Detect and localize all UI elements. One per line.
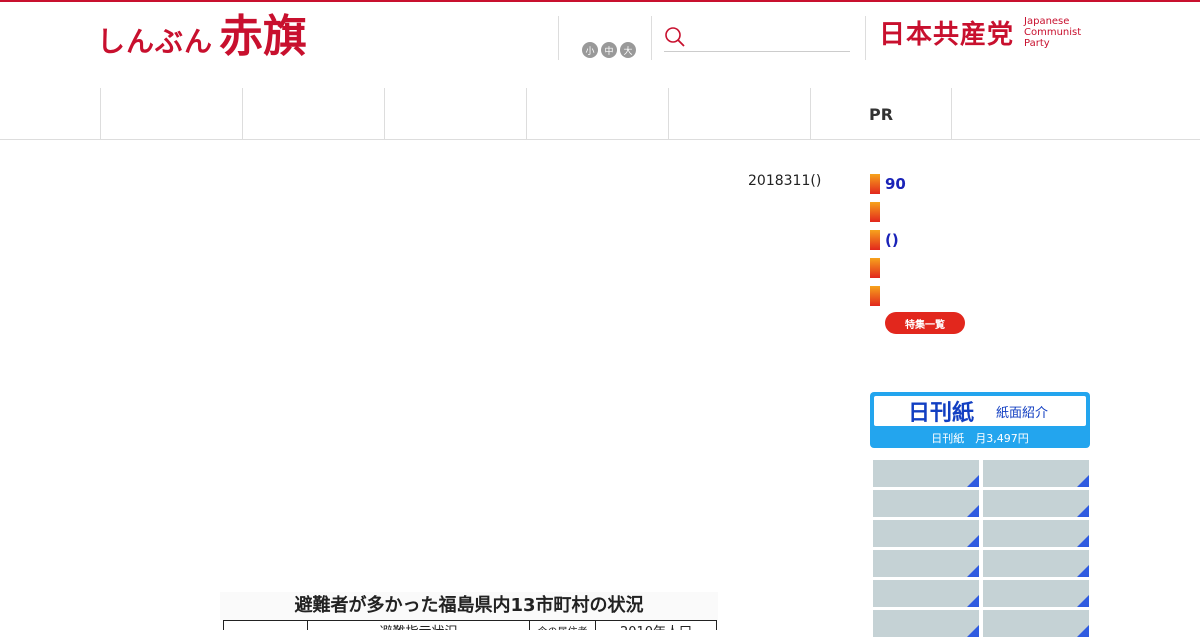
- topic-bullet-icon: [870, 230, 880, 250]
- logo-kanji: 赤旗: [219, 11, 308, 62]
- banner-tile[interactable]: [983, 550, 1089, 577]
- figure-table: 避難指示状況 今の居住者 2010年人口: [223, 620, 717, 630]
- search-icon[interactable]: [664, 26, 686, 48]
- search-input[interactable]: [694, 23, 844, 50]
- akahata-logo[interactable]: しんぶん 赤旗: [97, 12, 307, 62]
- topic-bullet-icon: [870, 258, 880, 278]
- jcp-logo[interactable]: 日本共産党 Japanese Communist Party: [879, 14, 1081, 51]
- article-date: 2018311(): [748, 173, 822, 189]
- nav-item-1[interactable]: [100, 88, 242, 140]
- tile-corner-icon: [1077, 625, 1089, 637]
- topic-bullet-icon: [870, 286, 880, 306]
- article-figure: 避難者が多かった福島県内13市町村の状況 避難指示状況 今の居住者 2010年人…: [220, 592, 718, 630]
- all-topics-button[interactable]: 特集一覧: [885, 312, 965, 334]
- banner-title: 日刊紙: [908, 401, 975, 426]
- banner-tile[interactable]: [983, 610, 1089, 637]
- banner-price: 日刊紙 月3,497円: [931, 432, 1029, 445]
- figure-header-cell: 避難指示状況: [307, 620, 530, 630]
- topic-item[interactable]: [870, 254, 906, 282]
- tile-corner-icon: [1077, 475, 1089, 487]
- font-size-medium-button[interactable]: 中: [601, 42, 617, 58]
- banner-tile[interactable]: [873, 460, 979, 487]
- figure-header-cell: 2010年人口: [595, 620, 717, 630]
- banner-tile[interactable]: [873, 580, 979, 607]
- header-divider: [865, 16, 866, 60]
- topic-label: (): [885, 231, 899, 249]
- banner-subtitle: 紙面紹介: [996, 405, 1049, 421]
- banner-tile[interactable]: [983, 520, 1089, 547]
- search-box: [664, 22, 850, 52]
- figure-header-cell: [223, 620, 308, 630]
- nav-item-2[interactable]: [242, 88, 384, 140]
- tile-corner-icon: [1077, 565, 1089, 577]
- tile-corner-icon: [967, 535, 979, 547]
- daily-paper-banner[interactable]: 日刊紙 紙面紹介 日刊紙 月3,497円: [870, 392, 1090, 448]
- font-size-switcher: 小 中 大: [582, 42, 636, 58]
- font-size-small-button[interactable]: 小: [582, 42, 598, 58]
- topic-bullet-icon: [870, 202, 880, 222]
- topic-list: 90 (): [870, 170, 906, 310]
- main-nav: PR: [100, 88, 952, 140]
- tile-corner-icon: [967, 565, 979, 577]
- tile-corner-icon: [967, 505, 979, 517]
- topic-item[interactable]: [870, 198, 906, 226]
- topic-item[interactable]: 90: [870, 170, 906, 198]
- tile-corner-icon: [967, 475, 979, 487]
- banner-tile[interactable]: [983, 490, 1089, 517]
- tile-corner-icon: [1077, 535, 1089, 547]
- nav-item-4[interactable]: [526, 88, 668, 140]
- font-size-large-button[interactable]: 大: [620, 42, 636, 58]
- banner-tile[interactable]: [873, 610, 979, 637]
- jcp-english-name: Japanese Communist Party: [1024, 16, 1082, 49]
- top-accent-line: [0, 0, 1200, 2]
- tile-corner-icon: [1077, 595, 1089, 607]
- nav-item-5[interactable]: [668, 88, 810, 140]
- header-divider: [651, 16, 652, 60]
- topic-label: 90: [885, 175, 906, 193]
- banner-tile[interactable]: [873, 490, 979, 517]
- nav-item-pr[interactable]: PR: [810, 88, 952, 140]
- nav-item-3[interactable]: [384, 88, 526, 140]
- banner-tile[interactable]: [873, 550, 979, 577]
- figure-title: 避難者が多かった福島県内13市町村の状況: [220, 592, 718, 620]
- banner-grid: [873, 460, 1090, 637]
- logo-kana: しんぶん: [97, 25, 214, 58]
- topic-item[interactable]: (): [870, 226, 906, 254]
- topic-bullet-icon: [870, 174, 880, 194]
- tile-corner-icon: [967, 595, 979, 607]
- jcp-name: 日本共産党: [879, 20, 1015, 50]
- banner-inner: 日刊紙 紙面紹介: [874, 396, 1086, 426]
- banner-tile[interactable]: [983, 580, 1089, 607]
- banner-tile[interactable]: [873, 520, 979, 547]
- topic-item[interactable]: [870, 282, 906, 310]
- figure-header-cell: 今の居住者: [529, 620, 596, 630]
- banner-tile[interactable]: [983, 460, 1089, 487]
- tile-corner-icon: [1077, 505, 1089, 517]
- tile-corner-icon: [967, 625, 979, 637]
- header-divider: [558, 16, 559, 60]
- nav-divider: [0, 139, 1200, 140]
